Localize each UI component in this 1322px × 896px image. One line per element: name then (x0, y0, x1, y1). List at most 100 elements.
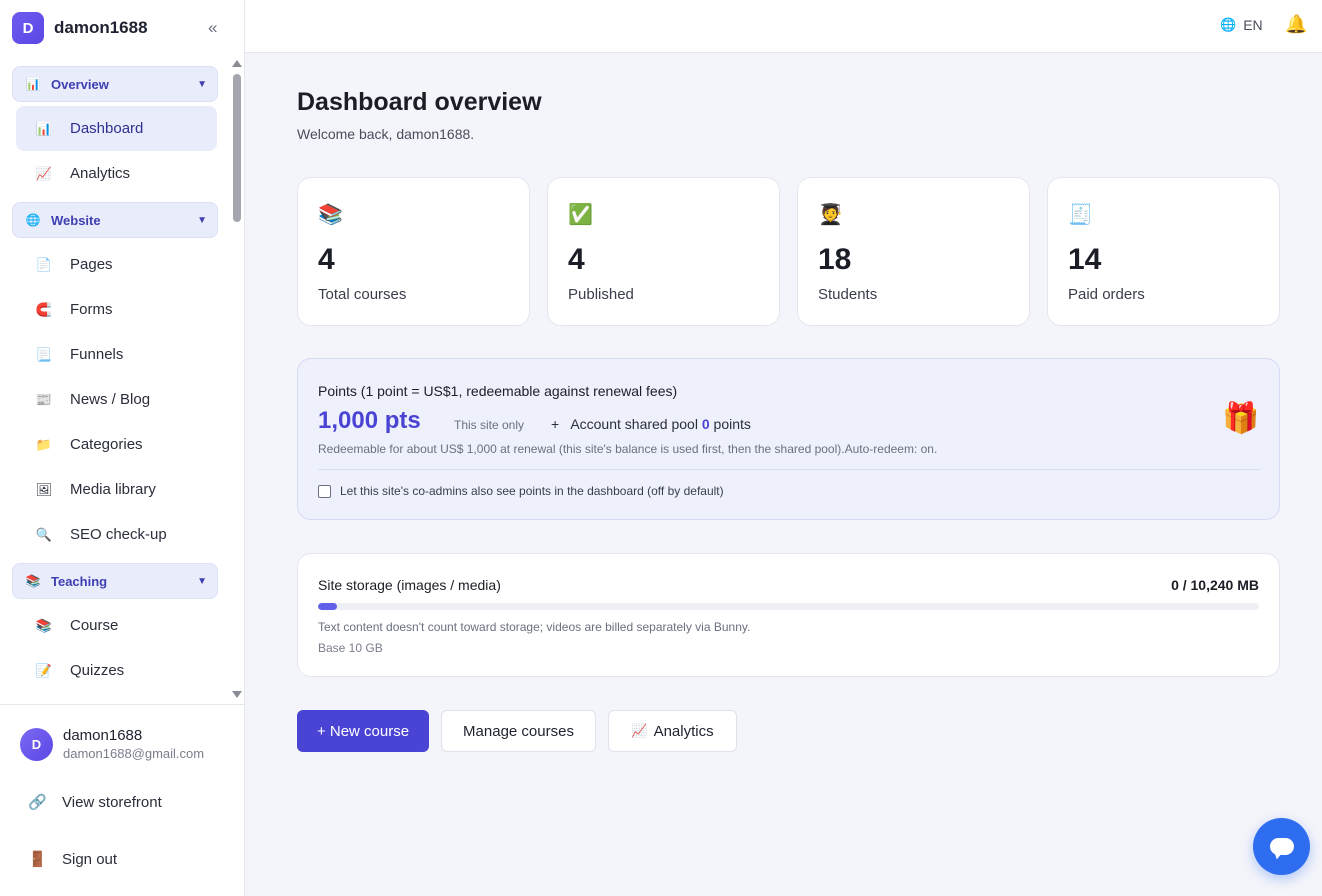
view-storefront-label: View storefront (62, 793, 162, 811)
page-title: Dashboard overview (297, 88, 542, 116)
gift-icon: 🎁 (1222, 402, 1260, 435)
stat-label: Total courses (318, 286, 407, 303)
books-icon: 📚 (35, 617, 53, 633)
user-name: damon1688 (63, 727, 143, 744)
sign-out-label: Sign out (62, 850, 118, 868)
sidebar-item-categories[interactable]: 📁 Categories (16, 422, 217, 467)
trend-chart-icon: 📈 (631, 723, 648, 738)
collapse-sidebar-icon[interactable]: « (208, 18, 217, 38)
caret-down-icon: ▼ (197, 78, 207, 90)
sidebar-item-seo-check-up[interactable]: 🔍 SEO check-up (16, 512, 217, 557)
points-scope: This site only (454, 418, 525, 432)
sidebar-item-media-library[interactable]: 🖼 Media library (16, 467, 217, 512)
sidebar-item-course[interactable]: 📚 Course (16, 603, 217, 648)
storage-base: Base 10 GB (318, 641, 383, 655)
sidebar-item-pages[interactable]: 📄 Pages (16, 242, 217, 287)
scrollbar-thumb[interactable] (233, 74, 241, 222)
brand-avatar: D (12, 12, 44, 44)
door-icon: 🚪 (28, 851, 47, 868)
scroll-down-arrow-icon[interactable] (232, 691, 242, 698)
storage-progress-fill (318, 603, 337, 610)
brand: D damon1688 (12, 12, 148, 44)
manage-courses-button[interactable]: Manage courses (441, 710, 596, 752)
view-storefront-link[interactable]: 🔗 View storefront (28, 793, 162, 812)
chat-button[interactable] (1253, 818, 1310, 875)
sidebar-item-dashboard[interactable]: 📊 Dashboard (16, 106, 217, 151)
stat-card-total-courses: 📚 4 Total courses (297, 177, 530, 326)
sidebar-item-label: Analytics (70, 165, 131, 182)
section-overview[interactable]: 📊 Overview ▼ (12, 66, 218, 102)
stat-value: 4 (318, 243, 335, 276)
section-label: Website (51, 212, 101, 228)
sidebar-footer: D damon1688 damon1688@gmail.com 🔗 View s… (0, 704, 244, 896)
sidebar-item-quizzes[interactable]: 📝 Quizzes (16, 648, 217, 693)
storage-progress-bar (318, 603, 1259, 610)
storage-card: Site storage (images / media) 0 / 10,240… (297, 553, 1280, 677)
avatar: D (20, 727, 53, 761)
graduate-icon: 🧑‍🎓 (818, 204, 843, 226)
scroll-up-arrow-icon[interactable] (232, 60, 242, 67)
link-icon: 🔗 (28, 794, 47, 811)
stat-value: 18 (818, 243, 852, 276)
section-label: Overview (51, 76, 109, 92)
user-email: damon1688@gmail.com (63, 746, 205, 761)
language-label: EN (1243, 17, 1263, 33)
sidebar: D damon1688 « 📊 Overview ▼ 📊 Dashboard 📈 Analy… (0, 0, 245, 896)
magnifier-icon: 🔍 (35, 526, 53, 542)
stat-card-students: 🧑‍🎓 18 Students (797, 177, 1030, 326)
stat-card-published: ✅ 4 Published (547, 177, 780, 326)
sidebar-item-funnels[interactable]: 📃 Funnels (16, 332, 217, 377)
sidebar-item-label: SEO check-up (70, 526, 167, 543)
section-teaching[interactable]: 📚 Teaching ▼ (12, 563, 218, 599)
sidebar-item-label: Pages (70, 256, 113, 273)
pool-plus: + (551, 416, 560, 432)
language-switcher[interactable]: 🌐 EN (1220, 17, 1263, 33)
section-label: Teaching (51, 573, 108, 589)
sidebar-scrollbar[interactable] (231, 60, 243, 704)
points-value: 1,000 pts (318, 407, 421, 434)
memo-icon: 📝 (35, 662, 53, 678)
user-profile[interactable]: D damon1688 damon1688@gmail.com (20, 727, 204, 761)
folder-icon: 📁 (35, 436, 53, 452)
sidebar-item-label: Categories (70, 436, 143, 453)
sidebar-item-label: Course (70, 617, 119, 634)
sidebar-item-news-blog[interactable]: 📰 News / Blog (16, 377, 217, 422)
new-course-button[interactable]: + New course (297, 710, 429, 752)
page-subtitle: Welcome back, damon1688. (297, 126, 475, 142)
storage-title: Site storage (images / media) (318, 577, 501, 593)
co-admin-points-checkbox[interactable] (318, 484, 331, 498)
storage-note: Text content doesn't count toward storag… (318, 620, 751, 634)
stat-value: 14 (1068, 243, 1102, 276)
notification-bell-icon[interactable]: 🔔 (1285, 14, 1307, 35)
magnet-icon: 🧲 (35, 301, 53, 317)
sidebar-item-forms[interactable]: 🧲 Forms (16, 287, 217, 332)
globe-icon: 🌐 (1220, 17, 1237, 32)
chat-bubble-icon (1269, 838, 1294, 855)
sidebar-nav: 📊 Overview ▼ 📊 Dashboard 📈 Analytics 🌐 Website ▼ 📄… (0, 60, 230, 704)
books-icon: 📚 (25, 574, 41, 588)
storage-usage: 0 / 10,240 MB (1171, 577, 1259, 593)
sidebar-item-label: News / Blog (70, 391, 151, 408)
sidebar-item-label: Forms (70, 301, 113, 318)
co-admin-points-label: Let this site's co-admins also see point… (340, 484, 724, 498)
divider (318, 469, 1261, 470)
points-title: Points (1 point = US$1, redeemable again… (318, 383, 678, 399)
stat-label: Published (568, 286, 634, 303)
stat-label: Paid orders (1068, 286, 1145, 303)
topbar: 🌐 EN 🔔 (245, 0, 1322, 53)
books-icon: 📚 (318, 204, 343, 226)
sidebar-item-analytics[interactable]: 📈 Analytics (16, 151, 217, 196)
co-admin-points-toggle[interactable]: Let this site's co-admins also see point… (318, 484, 724, 498)
sidebar-item-assignments[interactable]: 📋Assignments (16, 693, 217, 704)
pool-value: 0 (701, 416, 710, 432)
section-website[interactable]: 🌐 Website ▼ (12, 202, 218, 238)
sign-out-link[interactable]: 🚪 Sign out (28, 850, 118, 869)
shared-pool: + Account shared pool 0 points (551, 416, 751, 432)
globe-icon: 🌐 (25, 213, 41, 227)
stat-card-paid-orders: 🧾 14 Paid orders (1047, 177, 1280, 326)
sidebar-item-label: Funnels (70, 346, 124, 363)
analytics-button[interactable]: 📈 Analytics (608, 710, 737, 752)
image-icon: 🖼 (35, 481, 53, 497)
pool-suffix: points (713, 416, 751, 432)
points-card: Points (1 point = US$1, redeemable again… (297, 358, 1280, 520)
